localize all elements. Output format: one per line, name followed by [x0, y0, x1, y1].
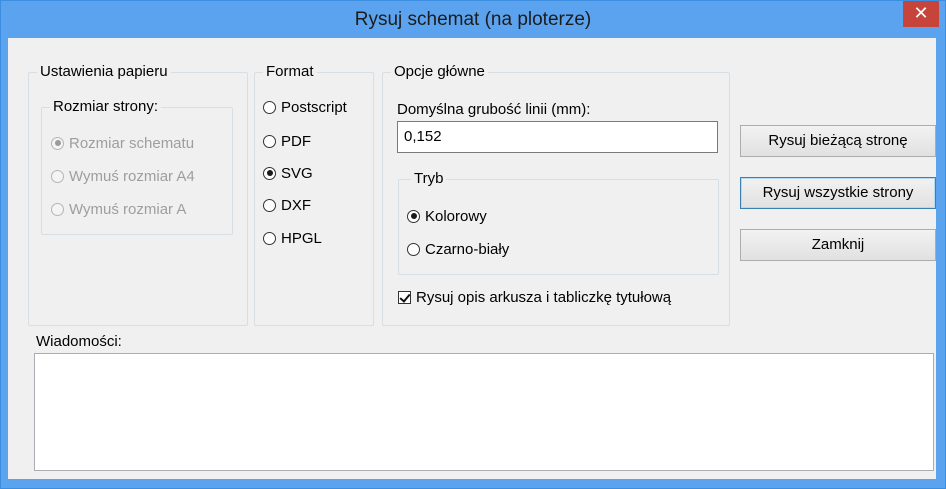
line-width-input[interactable]: 0,152 [397, 121, 718, 153]
radio-color[interactable]: Kolorowy [407, 205, 487, 227]
radio-button[interactable] [263, 100, 276, 114]
page-size-legend: Rozmiar strony: [50, 98, 162, 116]
radio-button[interactable] [51, 136, 64, 150]
radio-button[interactable] [51, 202, 64, 216]
radio-black-white[interactable]: Czarno-biały [407, 238, 509, 260]
radio-label: HPGL [281, 229, 322, 247]
radio-hpgl[interactable]: HPGL [263, 227, 322, 249]
radio-button[interactable] [263, 166, 276, 180]
title-bar[interactable]: Rysuj schemat (na ploterze) ✕ [1, 1, 945, 39]
format-group: Format Postscript PDF SVG DXF HPGL [254, 63, 374, 326]
plot-frame-label: Rysuj opis arkusza i tabliczkę tytułową [416, 289, 672, 306]
format-legend: Format [263, 63, 317, 81]
radio-label: PDF [281, 132, 311, 150]
plot-frame-checkbox[interactable] [398, 291, 411, 304]
radio-svg[interactable]: SVG [263, 162, 313, 184]
radio-label: Postscript [281, 98, 347, 116]
plot-current-page-button[interactable]: Rysuj bieżącą stronę [740, 125, 936, 157]
radio-button[interactable] [263, 134, 276, 148]
mode-legend: Tryb [411, 170, 447, 188]
radio-button[interactable] [263, 231, 276, 245]
radio-button[interactable] [407, 242, 420, 256]
paper-settings-group: Ustawienia papieru Rozmiar strony: Rozmi… [28, 63, 248, 326]
radio-button[interactable] [51, 169, 64, 183]
radio-pdf[interactable]: PDF [263, 130, 311, 152]
close-window-button[interactable]: ✕ [903, 1, 939, 27]
radio-label: Rozmiar schematu [69, 134, 195, 152]
plot-all-pages-button[interactable]: Rysuj wszystkie strony [740, 177, 936, 209]
paper-settings-legend: Ustawienia papieru [37, 63, 171, 81]
close-button[interactable]: Zamknij [740, 229, 936, 261]
radio-button[interactable] [407, 209, 420, 223]
line-width-label: Domyślna grubość linii (mm): [397, 101, 591, 118]
page-size-group: Rozmiar strony: Rozmiar schematu Wymuś r… [41, 98, 233, 235]
plot-frame-checkbox-row[interactable]: Rysuj opis arkusza i tabliczkę tytułową [398, 289, 671, 306]
radio-label: DXF [281, 196, 311, 214]
mode-group: Tryb Kolorowy Czarno-biały [398, 170, 719, 275]
messages-textarea[interactable] [34, 353, 934, 471]
radio-force-a[interactable]: Wymuś rozmiar A [51, 198, 186, 220]
main-options-group: Opcje główne Domyślna grubość linii (mm)… [382, 63, 730, 326]
radio-force-a4[interactable]: Wymuś rozmiar A4 [51, 165, 195, 187]
messages-label: Wiadomości: [36, 333, 122, 350]
radio-label: Wymuś rozmiar A [69, 200, 187, 218]
radio-label: SVG [281, 164, 313, 182]
radio-label: Wymuś rozmiar A4 [69, 167, 195, 185]
radio-label: Czarno-biały [425, 240, 510, 258]
main-options-legend: Opcje główne [391, 63, 488, 81]
radio-dxf[interactable]: DXF [263, 194, 311, 216]
radio-postscript[interactable]: Postscript [263, 96, 347, 118]
window-title: Rysuj schemat (na ploterze) [354, 9, 592, 30]
radio-label: Kolorowy [425, 207, 487, 225]
radio-schematic-size[interactable]: Rozmiar schematu [51, 132, 194, 154]
close-icon: ✕ [913, 3, 929, 23]
radio-button[interactable] [263, 198, 276, 212]
